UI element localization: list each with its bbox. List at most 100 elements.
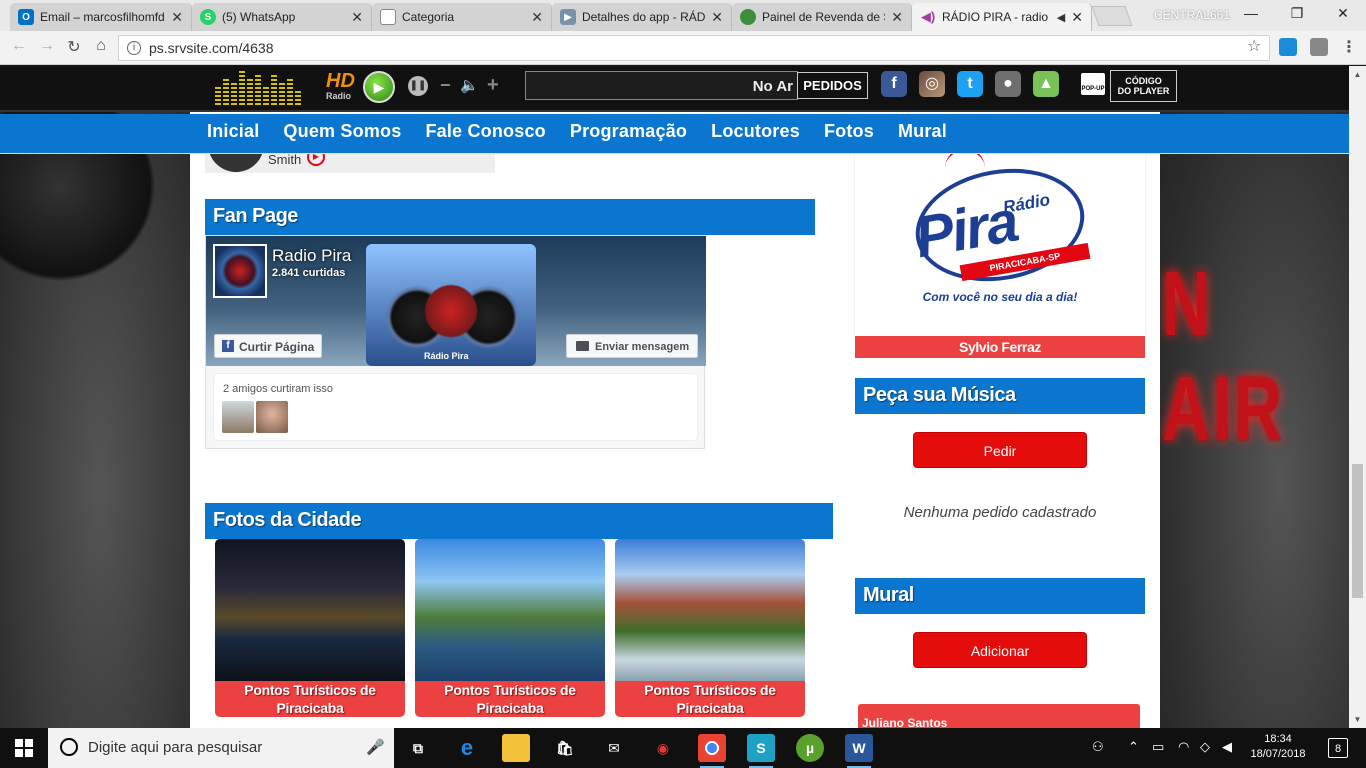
- dropbox-icon[interactable]: ◇: [1200, 739, 1210, 755]
- chrome-icon[interactable]: [698, 734, 726, 768]
- menu-icon[interactable]: ⋮: [1338, 37, 1360, 57]
- cortana-icon: [60, 738, 78, 756]
- like-page-button[interactable]: f Curtir Página: [214, 334, 322, 358]
- speaker-icon[interactable]: ◀: [1057, 11, 1065, 24]
- volume-up-icon[interactable]: +: [487, 74, 499, 97]
- pause-button[interactable]: ❚❚: [408, 76, 428, 96]
- tab-detalhes-app[interactable]: ▶ Detalhes do app - RÁDIO ✕: [552, 3, 732, 31]
- nav-locutores[interactable]: Locutores: [699, 121, 812, 142]
- play-button[interactable]: ▶: [363, 71, 395, 103]
- send-message-button[interactable]: Enviar mensagem: [566, 334, 698, 358]
- volume-tray-icon[interactable]: ◀: [1222, 739, 1232, 755]
- bookmark-star-icon[interactable]: ☆: [1247, 36, 1261, 56]
- back-icon[interactable]: ←: [8, 37, 30, 55]
- notification-center-icon[interactable]: 8: [1328, 738, 1348, 758]
- popup-player-button[interactable]: POP-UP: [1081, 73, 1105, 95]
- scroll-up-icon[interactable]: ▲: [1349, 66, 1366, 83]
- tab-email[interactable]: O Email – marcosfilhomfd ✕: [10, 3, 192, 31]
- home-icon[interactable]: ⌂: [90, 37, 112, 55]
- wifi-icon[interactable]: ◠: [1178, 739, 1189, 755]
- twitter-icon[interactable]: t: [957, 71, 983, 97]
- close-icon[interactable]: ✕: [171, 9, 183, 26]
- nav-inicial[interactable]: Inicial: [195, 121, 271, 142]
- page-avatar[interactable]: [213, 244, 267, 298]
- microphone-icon[interactable]: 🎤: [366, 738, 385, 756]
- popup-label: POP-UP: [1081, 86, 1105, 92]
- tab-whatsapp[interactable]: S (5) WhatsApp ✕: [192, 3, 372, 31]
- instagram-icon[interactable]: ◎: [919, 71, 945, 97]
- friends-liked-text: 2 amigos curtiram isso: [223, 383, 334, 395]
- close-icon[interactable]: ✕: [711, 9, 723, 26]
- profile-name[interactable]: CENTRAL661: [1154, 8, 1230, 22]
- scrollbar-thumb[interactable]: [1352, 464, 1363, 598]
- nav-mural[interactable]: Mural: [886, 121, 959, 142]
- windows-taskbar: Digite aqui para pesquisar 🎤 ⧉ e 🛍 ✉ ◉ S…: [0, 728, 1366, 768]
- facebook-icon[interactable]: f: [881, 71, 907, 97]
- nav-programacao[interactable]: Programação: [558, 121, 699, 142]
- forward-icon[interactable]: →: [36, 37, 58, 55]
- android-icon[interactable]: ▲: [1033, 71, 1059, 97]
- app-icon[interactable]: ◉: [649, 734, 677, 762]
- utorrent-icon[interactable]: µ: [796, 734, 824, 762]
- address-bar[interactable]: i ps.srvsite.com/4638: [118, 35, 1270, 61]
- system-clock[interactable]: 18:34 18/07/2018: [1248, 732, 1308, 762]
- close-window-icon[interactable]: ✕: [1328, 5, 1358, 22]
- audio-icon: ◀): [920, 9, 936, 24]
- photo-caption: Pontos Turísticos de Piracicaba: [644, 682, 776, 716]
- friend-avatar[interactable]: [256, 401, 288, 433]
- page-viewport: N AIR Smith ▶ Fan Page Rádio Pira Radio …: [0, 66, 1349, 728]
- info-icon[interactable]: i: [127, 41, 141, 55]
- edge-icon[interactable]: e: [453, 734, 481, 762]
- announcer-photo[interactable]: Rádio Pira PIRACICABA-SP Com você no seu…: [855, 148, 1145, 336]
- file-explorer-icon[interactable]: [502, 734, 530, 762]
- extension-icon[interactable]: [1279, 38, 1297, 56]
- tab-categoria[interactable]: Categoria ✕: [372, 3, 552, 31]
- word-icon[interactable]: W: [845, 734, 873, 768]
- close-icon[interactable]: ✕: [531, 9, 543, 26]
- task-view-icon[interactable]: ⧉: [404, 734, 432, 762]
- start-button[interactable]: [0, 728, 48, 768]
- photo-card[interactable]: Pontos Turísticos de Piracicaba: [215, 539, 405, 717]
- page-scrollbar[interactable]: ▲ ▼: [1349, 66, 1366, 728]
- scroll-down-icon[interactable]: ▼: [1349, 711, 1366, 728]
- mail-icon[interactable]: ✉: [600, 734, 628, 762]
- tray-chevron-icon[interactable]: ⌃: [1128, 739, 1139, 755]
- people-icon[interactable]: ⚇: [1092, 739, 1104, 755]
- photo-card[interactable]: Pontos Turísticos de Piracicaba: [415, 539, 605, 717]
- close-icon[interactable]: ✕: [1071, 9, 1083, 26]
- close-icon[interactable]: ✕: [351, 9, 363, 26]
- friend-avatar[interactable]: [222, 401, 254, 433]
- tab-label: Email – marcosfilhomfd: [40, 10, 165, 24]
- city-photo-bridge: [415, 539, 605, 681]
- nav-quem-somos[interactable]: Quem Somos: [271, 121, 413, 142]
- tab-painel-revenda[interactable]: Painel de Revenda de S ✕: [732, 3, 912, 31]
- minimize-icon[interactable]: —: [1236, 5, 1266, 21]
- tab-radio-pira[interactable]: ◀) RÁDIO PIRA - radio ◀ ✕: [912, 3, 1092, 31]
- announcer-name: Sylvio Ferraz: [855, 336, 1145, 358]
- city-photo-night: [215, 539, 405, 681]
- facebook-page-name[interactable]: Radio Pira: [272, 246, 351, 266]
- radio-player-bar: HD Radio ▶ ❚❚ − 🔈 + No Ar PEDIDOS f ◎ t …: [0, 66, 1349, 112]
- store-icon[interactable]: 🛍: [551, 734, 579, 762]
- skype-icon[interactable]: S: [747, 734, 775, 768]
- new-tab-button[interactable]: [1091, 6, 1133, 26]
- requests-button[interactable]: PEDIDOS: [797, 72, 868, 99]
- taskbar-search[interactable]: Digite aqui para pesquisar 🎤: [48, 728, 394, 768]
- close-icon[interactable]: ✕: [891, 9, 903, 26]
- reload-icon[interactable]: ↻: [63, 37, 85, 57]
- player-code-button[interactable]: CÓDIGO DO PLAYER: [1110, 70, 1177, 102]
- radio-label: Radio: [326, 91, 352, 101]
- volume-down-icon[interactable]: −: [440, 75, 451, 96]
- restore-icon[interactable]: ❐: [1282, 5, 1312, 22]
- photo-card[interactable]: Pontos Turísticos de Piracicaba: [615, 539, 805, 717]
- whatsapp-icon: S: [200, 9, 216, 25]
- battery-icon[interactable]: ▭: [1152, 739, 1164, 755]
- equalizer-icon: [215, 69, 305, 105]
- request-button[interactable]: Pedir: [913, 432, 1087, 468]
- add-mural-button[interactable]: Adicionar: [913, 632, 1087, 668]
- nav-fale-conosco[interactable]: Fale Conosco: [413, 121, 557, 142]
- extension-icon[interactable]: [1310, 38, 1328, 56]
- nav-fotos[interactable]: Fotos: [812, 121, 886, 142]
- mural-heading: Mural: [855, 578, 1145, 614]
- apple-icon[interactable]: ●: [995, 71, 1021, 97]
